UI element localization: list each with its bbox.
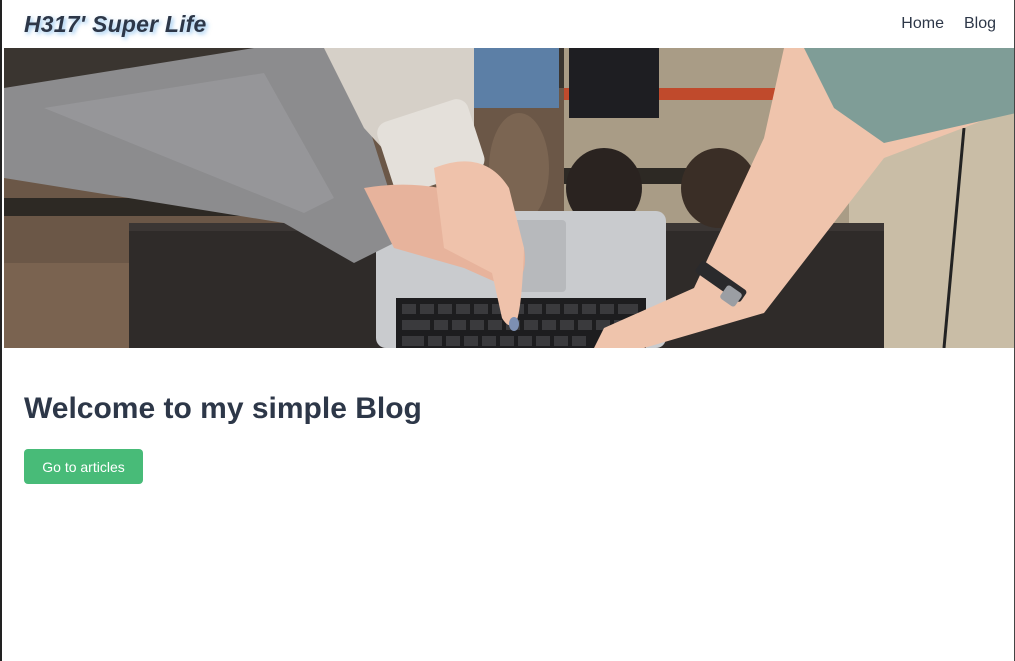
main-nav: Home Blog: [901, 15, 996, 33]
nav-home-link[interactable]: Home: [901, 15, 944, 33]
main-content: Welcome to my simple Blog Go to articles: [24, 390, 422, 484]
nav-blog-link[interactable]: Blog: [964, 15, 996, 33]
brand-logo[interactable]: H317' Super Life: [24, 11, 207, 38]
page-title: Welcome to my simple Blog: [24, 392, 422, 425]
go-to-articles-button[interactable]: Go to articles: [24, 449, 143, 484]
page: H317' Super Life Home Blog Welcome to my…: [0, 0, 1015, 661]
hero-image: [4, 48, 1014, 348]
top-navbar: H317' Super Life Home Blog: [4, 0, 1014, 48]
